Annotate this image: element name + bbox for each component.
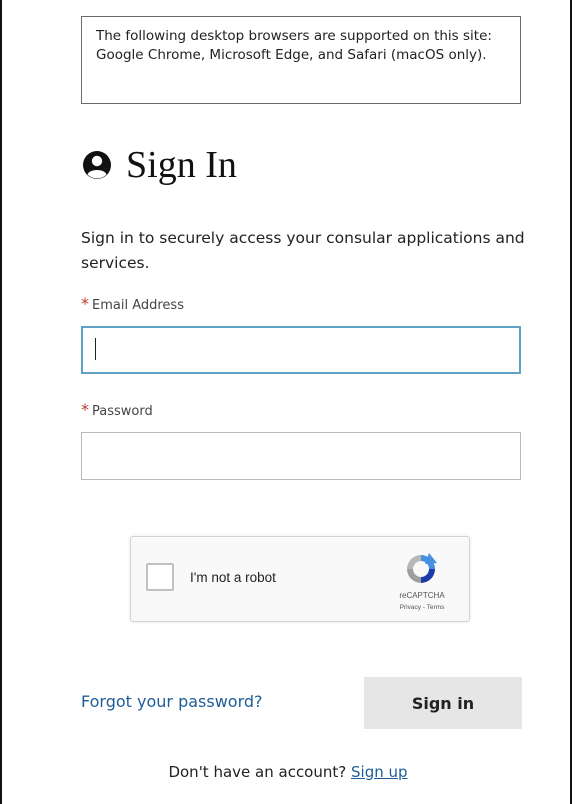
recaptcha-checkbox[interactable] xyxy=(146,563,174,591)
recaptcha-brand: reCAPTCHA xyxy=(399,591,445,600)
intro-text: Sign in to securely access your consular… xyxy=(81,229,525,272)
page-heading: Sign In xyxy=(82,143,237,187)
required-marker: * xyxy=(81,294,89,313)
password-label-text: Password xyxy=(92,404,153,419)
forgot-password-link[interactable]: Forgot your password? xyxy=(81,692,263,711)
user-circle-icon xyxy=(83,151,111,179)
text-cursor xyxy=(95,338,96,360)
required-marker: * xyxy=(81,400,89,419)
password-field[interactable] xyxy=(81,432,521,480)
sign-in-button[interactable]: Sign in xyxy=(364,677,522,729)
page-frame: The following desktop browsers are suppo… xyxy=(0,0,572,804)
email-field[interactable] xyxy=(81,326,521,374)
email-label: * Email Address xyxy=(81,294,184,313)
signup-prompt-text: Don't have an account? xyxy=(168,763,347,781)
password-label: * Password xyxy=(81,400,153,419)
browser-support-notice: The following desktop browsers are suppo… xyxy=(81,16,521,104)
sign-up-link[interactable]: Sign up xyxy=(351,763,408,781)
signup-prompt: Don't have an account? Sign up xyxy=(2,763,574,781)
browser-support-text: The following desktop browsers are suppo… xyxy=(96,28,492,63)
email-label-text: Email Address xyxy=(92,298,184,313)
recaptcha-widget: I'm not a robot reCAPTCHA Privacy - Term… xyxy=(130,536,470,622)
recaptcha-label: I'm not a robot xyxy=(190,570,276,585)
recaptcha-logo-icon xyxy=(407,553,437,583)
recaptcha-privacy-terms[interactable]: Privacy - Terms xyxy=(387,604,457,611)
page-title: Sign In xyxy=(126,144,237,186)
